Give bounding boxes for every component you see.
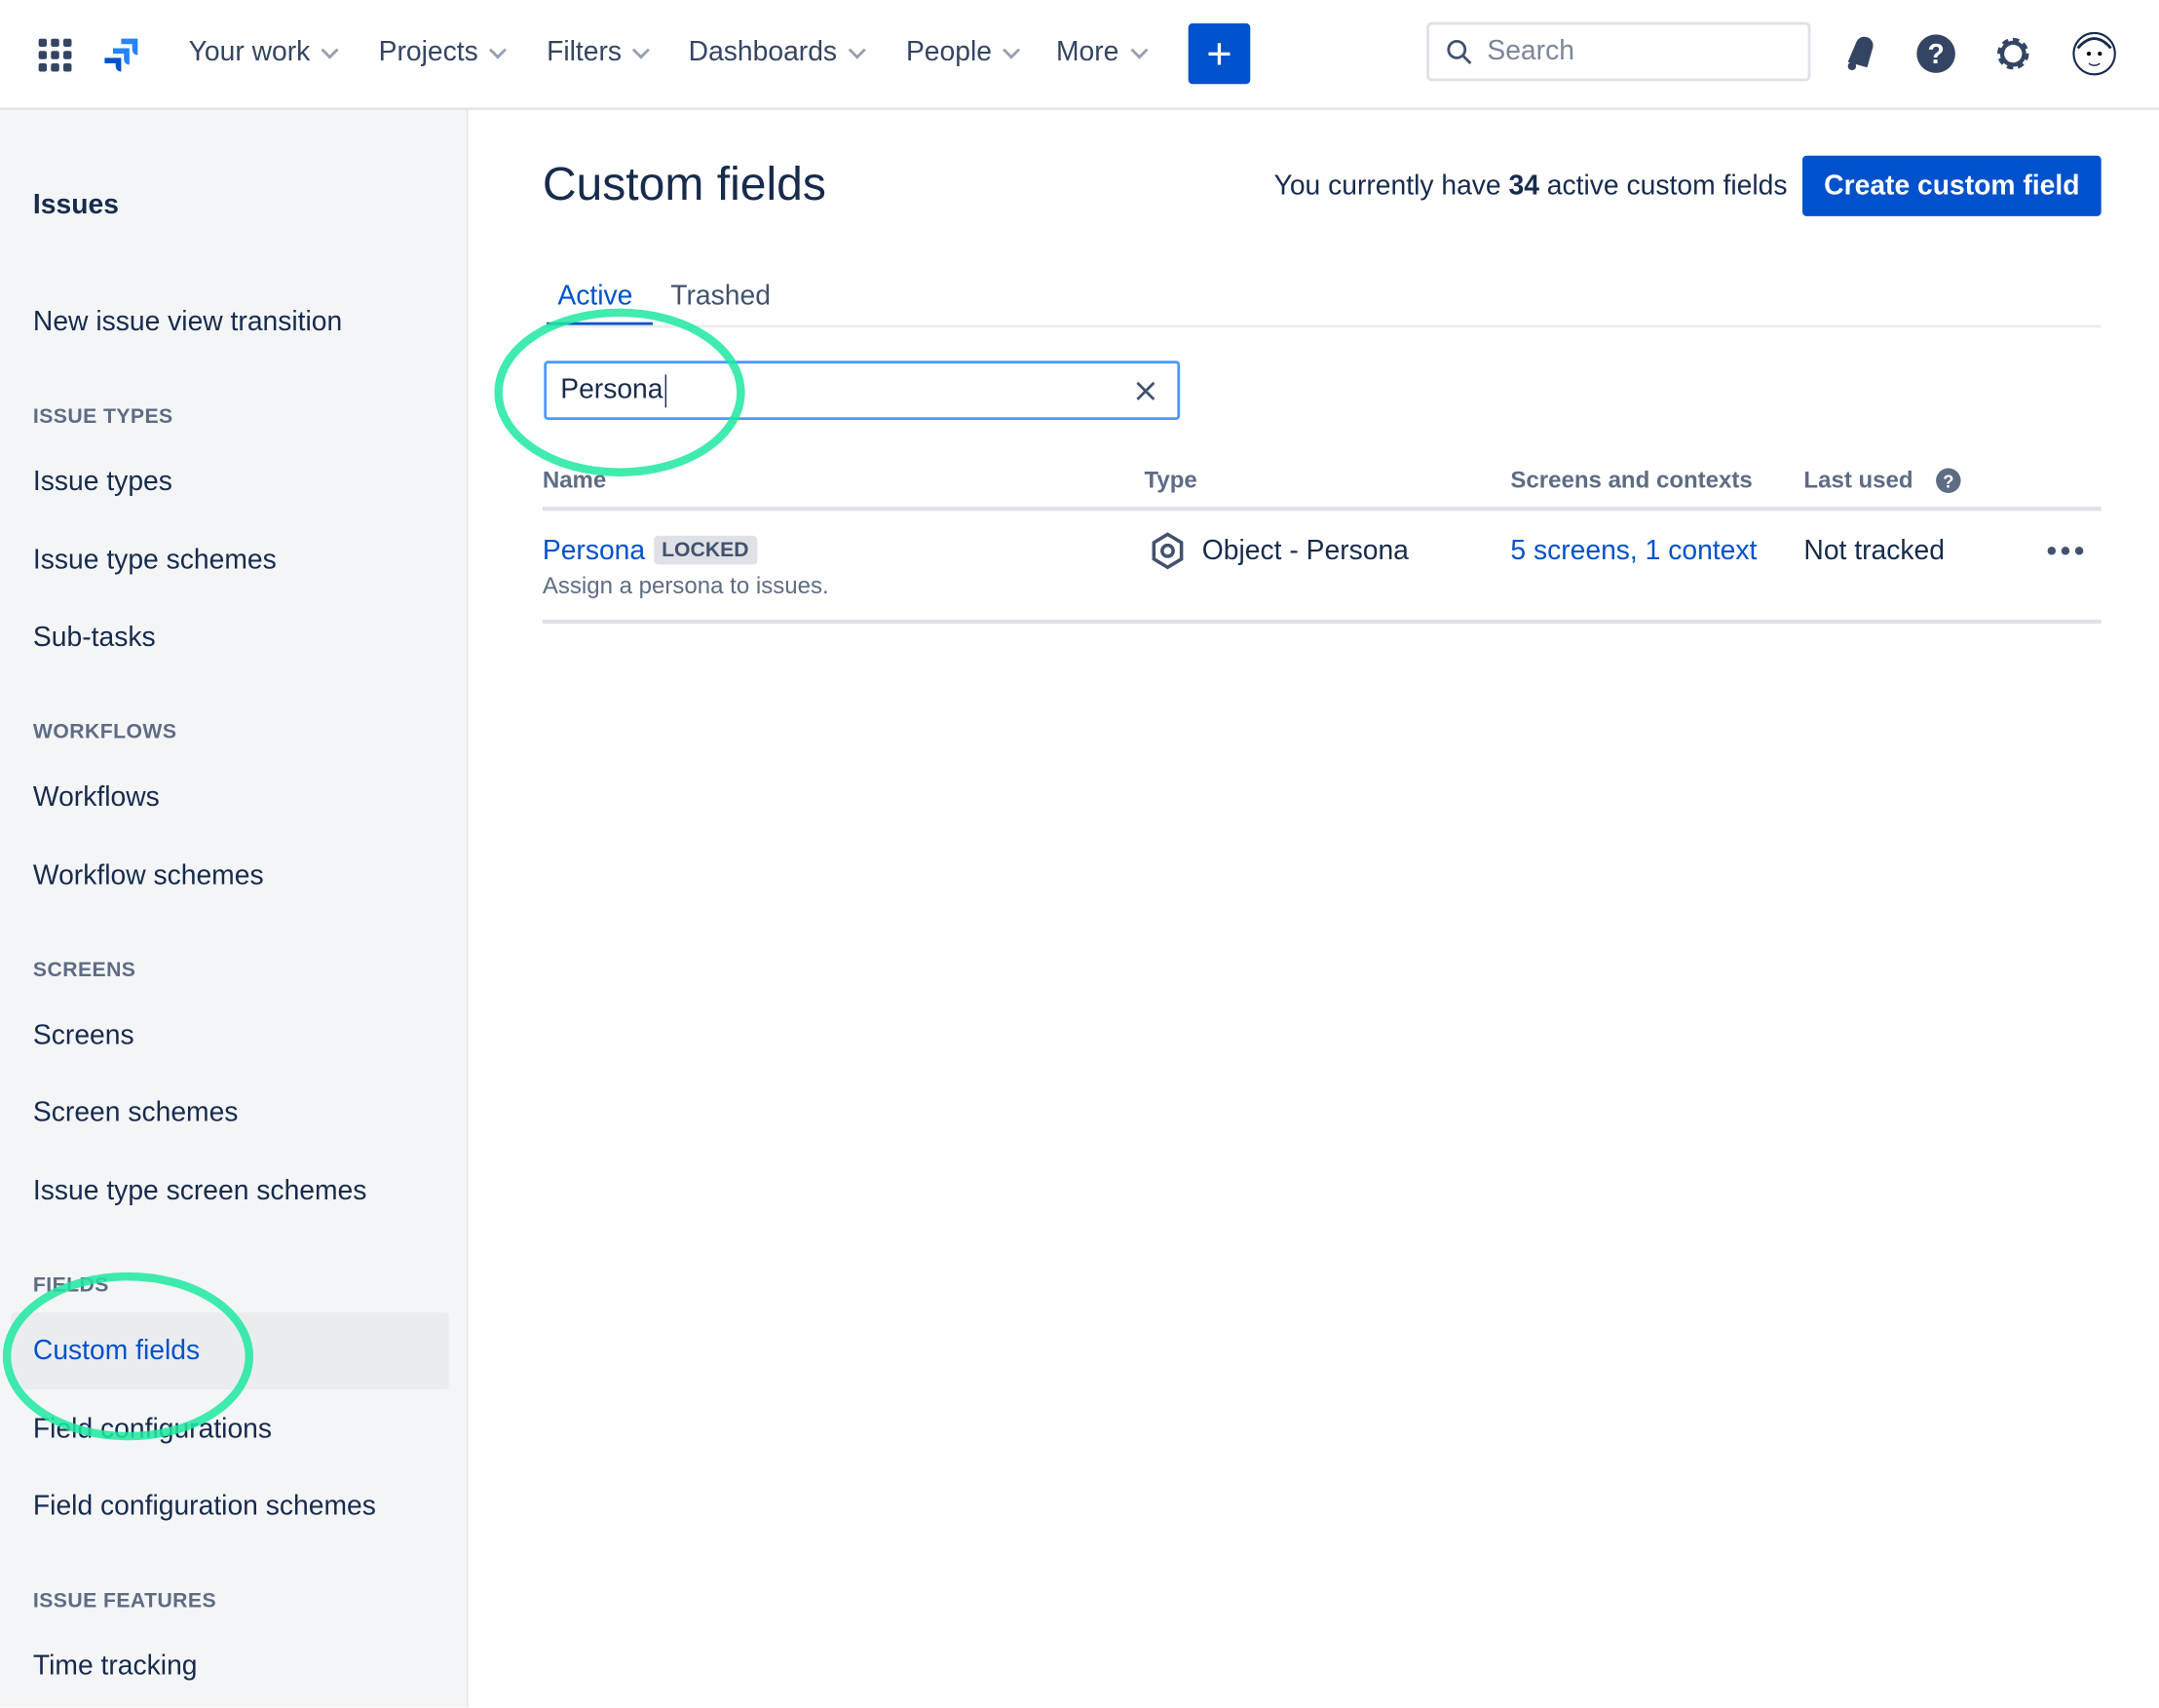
- last-used: Not tracked: [1803, 535, 1945, 566]
- search-input[interactable]: Search: [1426, 21, 1811, 82]
- user-avatar[interactable]: [2071, 29, 2118, 79]
- sidebar-item-screens[interactable]: Screens: [33, 1020, 134, 1052]
- svg-text:?: ?: [1943, 471, 1953, 491]
- chevron-down-icon: [489, 40, 508, 58]
- sidebar-item-field-configurations[interactable]: Field configurations: [33, 1414, 272, 1446]
- nav-people[interactable]: People: [905, 37, 1021, 69]
- column-last-used[interactable]: Last used: [1803, 467, 1913, 494]
- app-switcher-icon[interactable]: [38, 38, 72, 72]
- field-name-link[interactable]: Persona: [543, 536, 645, 566]
- help-icon[interactable]: ?: [1935, 467, 1962, 494]
- top-navigation: Your work Projects Filters Dashboards Pe…: [0, 0, 2159, 111]
- field-type: Object - Persona: [1201, 535, 1409, 566]
- table-header-divider: [542, 507, 2102, 512]
- chevron-down-icon: [1129, 40, 1148, 58]
- column-screens-and-contexts[interactable]: Screens and contexts: [1510, 467, 1752, 494]
- sidebar: [0, 110, 469, 1708]
- sidebar-heading: FIELDS: [32, 1273, 109, 1298]
- clear-icon[interactable]: [1136, 381, 1155, 400]
- active-count: 34: [1508, 171, 1539, 202]
- sidebar-heading: WORKFLOWS: [32, 720, 177, 744]
- search-icon: [1447, 39, 1472, 64]
- sidebar-item-issue-type-screen-schemes[interactable]: Issue type screen schemes: [33, 1176, 367, 1208]
- sidebar-item-issue-type-schemes[interactable]: Issue type schemes: [33, 546, 277, 578]
- search-placeholder: Search: [1487, 35, 1574, 66]
- chevron-down-icon: [321, 40, 339, 58]
- sidebar-item-sub-tasks[interactable]: Sub-tasks: [33, 623, 156, 655]
- summary-text: active custom fields: [1538, 171, 1788, 202]
- nav-dashboards[interactable]: Dashboards: [688, 37, 866, 69]
- sidebar-item-issue-types[interactable]: Issue types: [33, 467, 172, 499]
- more-actions-icon[interactable]: [2046, 546, 2087, 556]
- page-title: Custom fields: [542, 158, 826, 211]
- nav-label: People: [905, 37, 992, 68]
- nav-projects[interactable]: Projects: [378, 37, 508, 69]
- sidebar-item-screen-schemes[interactable]: Screen schemes: [33, 1097, 239, 1129]
- svg-text:?: ?: [1927, 38, 1944, 69]
- field-description: Assign a persona to issues.: [542, 572, 829, 599]
- summary-text: You currently have: [1273, 171, 1509, 202]
- column-type: Type: [1144, 467, 1197, 493]
- column-name[interactable]: Name: [543, 467, 606, 494]
- create-button[interactable]: +: [1188, 23, 1251, 85]
- sidebar-item-workflows[interactable]: Workflows: [33, 782, 160, 815]
- chevron-down-icon: [632, 40, 651, 58]
- chevron-down-icon: [1003, 40, 1021, 58]
- nav-label: More: [1056, 37, 1119, 68]
- tab-trashed[interactable]: Trashed: [670, 281, 771, 313]
- field-search-input[interactable]: Persona: [544, 361, 1181, 421]
- nav-label: Filters: [547, 37, 623, 68]
- sidebar-title: Issues: [32, 190, 119, 221]
- sidebar-heading: ISSUE FEATURES: [32, 1588, 217, 1613]
- nav-label: Your work: [188, 37, 311, 68]
- create-custom-field-button[interactable]: Create custom field: [1802, 155, 2102, 216]
- help-icon[interactable]: ?: [1915, 33, 1956, 74]
- active-fields-summary: You currently have 34 active custom fiel…: [1274, 171, 1788, 203]
- table-row-name: Persona LOCKED: [543, 535, 758, 568]
- text-cursor: [663, 373, 666, 407]
- sidebar-item-field-configuration-schemes[interactable]: Field configuration schemes: [33, 1492, 376, 1524]
- nav-filters[interactable]: Filters: [547, 37, 651, 69]
- chevron-down-icon: [848, 40, 866, 58]
- nav-your-work[interactable]: Your work: [188, 37, 339, 69]
- sidebar-item-custom-fields[interactable]: Custom fields: [33, 1336, 200, 1368]
- nav-label: Dashboards: [688, 37, 838, 68]
- screens-contexts-link[interactable]: 5 screens, 1 context: [1510, 536, 1757, 568]
- jira-logo-icon[interactable]: [102, 36, 141, 75]
- search-value: Persona: [560, 374, 663, 405]
- notifications-bell-icon[interactable]: [1839, 34, 1878, 73]
- nav-more[interactable]: More: [1056, 37, 1148, 69]
- sidebar-item-new-issue-view-transition[interactable]: New issue view transition: [33, 307, 342, 339]
- sidebar-heading: ISSUE TYPES: [32, 404, 173, 429]
- table-row-divider: [542, 619, 2102, 625]
- sidebar-item-workflow-schemes[interactable]: Workflow schemes: [33, 860, 264, 892]
- sidebar-item-time-tracking[interactable]: Time tracking: [33, 1651, 198, 1684]
- object-type-icon: [1152, 532, 1184, 570]
- tab-active[interactable]: Active: [557, 281, 632, 313]
- tabs-divider: [542, 324, 2102, 328]
- settings-gear-icon[interactable]: [1993, 34, 2032, 73]
- nav-label: Projects: [378, 37, 478, 68]
- locked-badge: LOCKED: [653, 535, 758, 565]
- sidebar-heading: SCREENS: [32, 958, 136, 982]
